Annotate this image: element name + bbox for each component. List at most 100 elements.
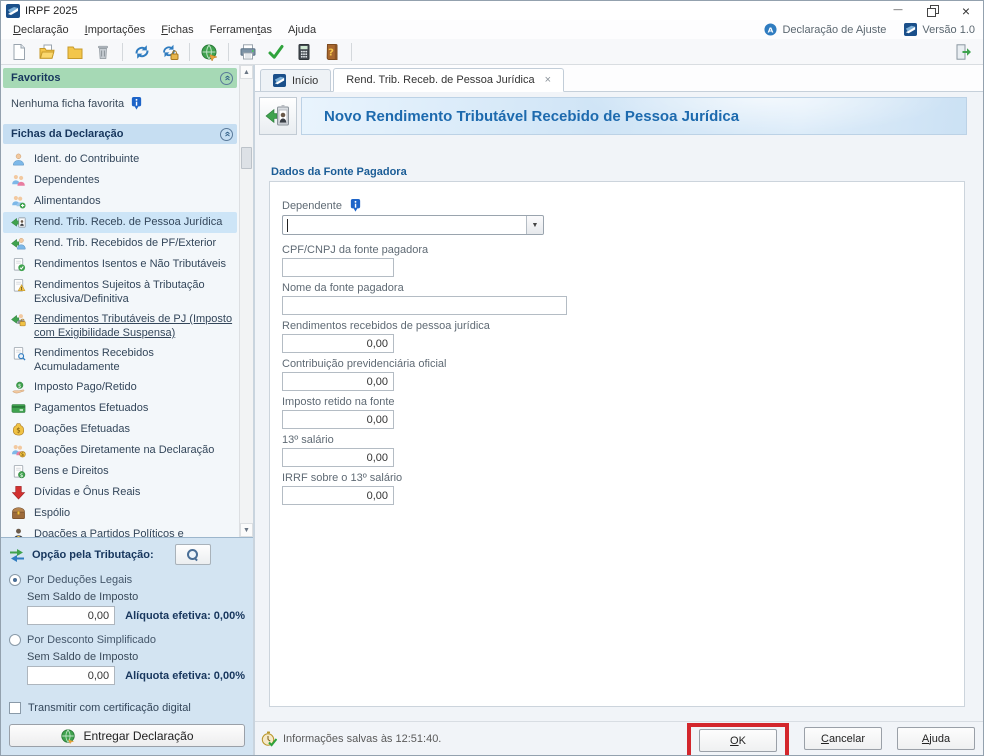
radio-por-deducoes-legais[interactable] <box>9 574 21 586</box>
imposto-retido-na-fonte-input[interactable]: 0,00 <box>282 410 394 429</box>
scroll-up-icon[interactable] <box>240 65 253 79</box>
ajuda-button[interactable]: Ajuda <box>897 727 975 750</box>
info-icon[interactable] <box>130 97 143 111</box>
scrollbar-thumb[interactable] <box>241 147 252 169</box>
sidebar-item-dividas-e-onus-reais[interactable]: Dívidas e Ônus Reais <box>3 482 237 503</box>
menu-declaracao[interactable]: Declaração <box>5 22 77 38</box>
collapse-fichas-button[interactable] <box>220 128 233 141</box>
toolbar-open-declaration-button[interactable] <box>35 41 59 63</box>
app-window: IRPF 2025 DeclaraçãoImportaçõesFichasFer… <box>0 0 984 756</box>
submit-declaration-button[interactable]: Entregar Declaração <box>9 724 245 747</box>
sidebar-item-label: Doações a Partidos Políticos e Candidato… <box>34 527 233 537</box>
sidebar-item-imposto-pago-retido[interactable]: $Imposto Pago/Retido <box>3 377 237 398</box>
menu-importacoes[interactable]: Importações <box>77 22 154 38</box>
toolbar-separator <box>122 43 123 61</box>
13-salario-input[interactable]: 0,00 <box>282 448 394 467</box>
tab-rend-trib-pj[interactable]: Rend. Trib. Receb. de Pessoa Jurídica <box>333 68 564 92</box>
submit-declaration-label: Entregar Declaração <box>83 729 193 743</box>
favorites-empty-label: Nenhuma ficha favorita <box>11 98 124 110</box>
toolbar-import-button[interactable] <box>130 41 154 63</box>
sidebar-item-ident-do-contribuinte[interactable]: Ident. do Contribuinte <box>3 149 237 170</box>
toolbar-print-button[interactable] <box>236 41 260 63</box>
info-icon[interactable] <box>349 199 362 213</box>
digital-certification-label: Transmitir com certificação digital <box>28 702 191 714</box>
ok-button[interactable]: OK <box>699 729 777 752</box>
saldo-label: Sem Saldo de Imposto <box>27 651 245 663</box>
import-secure-icon <box>161 43 179 61</box>
doc-warning-icon <box>11 278 26 293</box>
delete-icon <box>94 43 112 61</box>
toolbar-new-declaration-button[interactable] <box>7 41 31 63</box>
toolbar-verify-button[interactable] <box>264 41 288 63</box>
toolbar-folder-button[interactable] <box>63 41 87 63</box>
sidebar-item-label: Dívidas e Ônus Reais <box>34 485 140 499</box>
menu-ajuda[interactable]: Ajuda <box>280 22 324 38</box>
sidebar-item-espolio[interactable]: Espólio <box>3 503 237 524</box>
menu-fichas[interactable]: Fichas <box>153 22 201 38</box>
contribuicao-previdenciaria-oficial-input[interactable]: 0,00 <box>282 372 394 391</box>
sidebar-item-rendimentos-tributaveis-de-pj-imposto-com-exigibilidade-suspensa[interactable]: Rendimentos Tributáveis de PJ (Imposto c… <box>3 309 237 343</box>
radio-por-desconto-simplificado[interactable] <box>9 634 21 646</box>
toolbar-help-button[interactable]: ? <box>320 41 344 63</box>
radio-label: Por Desconto Simplificado <box>27 634 156 646</box>
toolbar-separator <box>351 43 352 61</box>
hand-coin-icon: $ <box>11 380 26 395</box>
sidebar-item-rendimentos-sujeitos-a-tributacao-exclusiva-definitiva[interactable]: Rendimentos Sujeitos à Tributação Exclus… <box>3 275 237 309</box>
toolbar-import-secure-button[interactable] <box>158 41 182 63</box>
dependente-combobox[interactable] <box>282 215 544 235</box>
dependente-dropdown-button[interactable] <box>526 216 543 234</box>
menu-ferramentas[interactable]: Ferramentas <box>202 22 280 38</box>
sidebar-item-rend-trib-recebidos-de-pf-exterior[interactable]: Rend. Trib. Recebidos de PF/Exterior <box>3 233 237 254</box>
sidebar-item-rend-trib-receb-de-pessoa-juridica[interactable]: Rend. Trib. Receb. de Pessoa Jurídica <box>3 212 237 233</box>
por-deducoes-legais-value-input[interactable]: 0,00 <box>27 606 115 625</box>
tab-inicio[interactable]: Início <box>260 69 331 91</box>
tax-option-search-button[interactable] <box>175 544 211 565</box>
cpf-cnpj-da-fonte-pagadora-input[interactable] <box>282 258 394 277</box>
minimize-button[interactable] <box>881 1 915 20</box>
sidebar-scrollbar[interactable] <box>239 65 253 537</box>
version-logo-icon <box>904 23 917 36</box>
sidebar-item-rendimentos-isentos-e-nao-tributaveis[interactable]: Rendimentos Isentos e Não Tributáveis <box>3 254 237 275</box>
sidebar-item-alimentandos[interactable]: Alimentandos <box>3 191 237 212</box>
sidebar-item-doacoes-a-partidos-politicos-e-candidatos[interactable]: Doações a Partidos Políticos e Candidato… <box>3 524 237 537</box>
arrow-person-icon <box>11 236 26 251</box>
sidebar-item-label: Pagamentos Efetuados <box>34 401 148 415</box>
fichas-header: Fichas da Declaração <box>3 124 237 144</box>
collapse-favorites-button[interactable] <box>220 72 233 85</box>
sidebar-item-rendimentos-recebidos-acumuladamente[interactable]: Rendimentos Recebidos Acumuladamente <box>3 343 237 377</box>
transmit-icon <box>200 43 218 61</box>
digital-certification-checkbox[interactable] <box>9 702 21 714</box>
aliquota-efetiva-label: Alíquota efetiva: 0,00% <box>125 670 245 682</box>
sidebar-item-dependentes[interactable]: Dependentes <box>3 170 237 191</box>
sidebar-item-pagamentos-efetuados[interactable]: Pagamentos Efetuados <box>3 398 237 419</box>
restore-icon <box>927 5 938 16</box>
exit-icon <box>954 43 972 61</box>
people-coin-icon: $ <box>11 443 26 458</box>
folder-icon <box>66 43 84 61</box>
adjustment-declaration-icon: A <box>764 23 777 36</box>
page-icon-box <box>259 97 297 135</box>
tab-rend-trib-pj-label: Rend. Trib. Receb. de Pessoa Jurídica <box>346 74 534 86</box>
sidebar-item-doacoes-diretamente-na-declaracao[interactable]: $Doações Diretamente na Declaração <box>3 440 237 461</box>
restore-button[interactable] <box>915 1 949 20</box>
nome-da-fonte-pagadora-input[interactable] <box>282 296 567 315</box>
toolbar-delete-button[interactable] <box>91 41 115 63</box>
cancelar-button[interactable]: Cancelar <box>804 727 882 750</box>
money-bag-icon: $ <box>11 422 26 437</box>
por-desconto-simplificado-value-input[interactable]: 0,00 <box>27 666 115 685</box>
irrf-sobre-o-13-salario-input[interactable]: 0,00 <box>282 486 394 505</box>
sidebar-item-bens-e-direitos[interactable]: $Bens e Direitos <box>3 461 237 482</box>
rendimentos-recebidos-de-pessoa-juridica-input[interactable]: 0,00 <box>282 334 394 353</box>
close-button[interactable] <box>949 1 983 20</box>
toolbar-transmit-button[interactable] <box>197 41 221 63</box>
help-icon: ? <box>323 43 341 61</box>
page-content: Novo Rendimento Tributável Recebido de P… <box>255 92 983 721</box>
13-salario-label: 13º salário <box>282 434 334 446</box>
tab-close-icon[interactable] <box>545 74 551 86</box>
toolbar-exit-button[interactable] <box>951 41 975 63</box>
sidebar-item-doacoes-efetuadas[interactable]: $Doações Efetuadas <box>3 419 237 440</box>
menu-bar: DeclaraçãoImportaçõesFichasFerramentasAj… <box>1 20 983 39</box>
toolbar-calculator-button[interactable] <box>292 41 316 63</box>
scroll-down-icon[interactable] <box>240 523 253 537</box>
doc-search-icon <box>11 346 26 361</box>
